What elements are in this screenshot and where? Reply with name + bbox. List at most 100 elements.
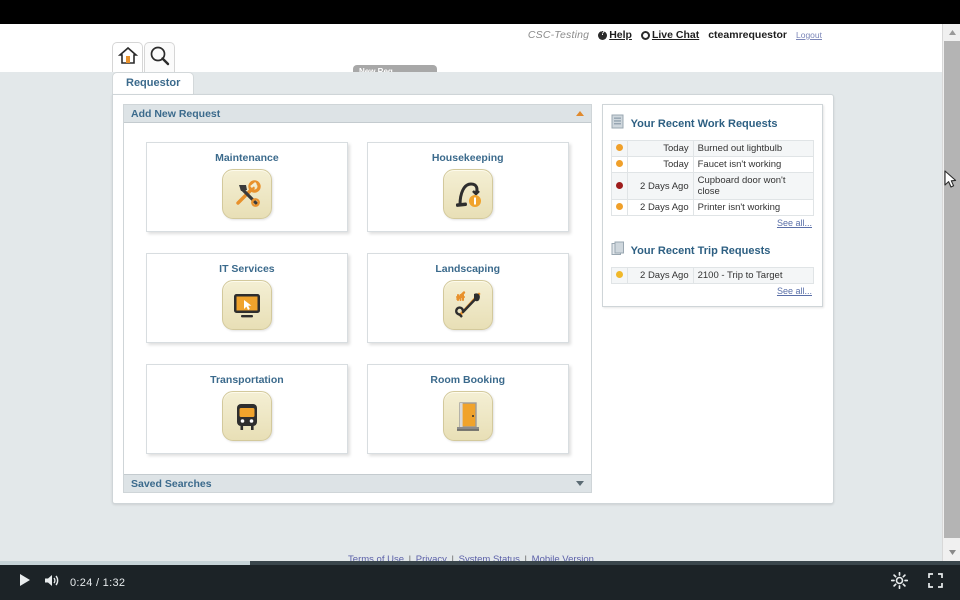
table-row[interactable]: 2 Days Ago Printer isn't working [611,200,813,216]
fullscreen-button[interactable] [922,570,948,596]
page-scrollbar[interactable] [942,24,960,561]
scroll-down-icon[interactable] [943,544,960,561]
current-user: cteamrequestor [708,29,787,41]
help-label: Help [609,29,632,41]
table-row[interactable]: 2 Days Ago Cupboard door won't close [611,173,813,200]
work-requests-header: Your Recent Work Requests [611,114,814,134]
section-spacer [611,228,814,241]
footer-separator: | [450,554,456,561]
tile-label: Landscaping [435,263,500,275]
trip-requests-table: 2 Days Ago 2100 - Trip to Target [611,267,814,284]
request-date: Today [627,141,693,157]
work-requests-rows: Today Burned out lightbulb Today Faucet … [611,141,813,216]
table-row[interactable]: 2 Days Ago 2100 - Trip to Target [611,268,813,284]
work-requests-see-all-link[interactable]: See all... [611,218,814,228]
tile-transportation[interactable]: Transportation [146,364,348,454]
tab-requestor[interactable]: Requestor [112,72,194,94]
trip-requests-header: Your Recent Trip Requests [611,241,814,261]
request-description: Burned out lightbulb [693,141,813,157]
home-tab[interactable] [112,42,143,72]
page-content: Requestor Add New Request Maintenance [0,72,942,561]
utility-links: CSC-Testing Help Live Chat cteamrequesto… [528,29,822,41]
search-tab[interactable] [144,42,175,72]
caret-up-icon[interactable] [576,111,584,116]
volume-icon [43,573,60,593]
footer-links: Terms of Use | Privacy | System Status |… [0,554,942,561]
document-icon [611,114,625,134]
tile-label: IT Services [219,263,274,275]
recent-requests-card: Your Recent Work Requests Today Burned o… [602,104,823,307]
request-description: Cupboard door won't close [693,173,813,200]
live-chat-link[interactable]: Live Chat [641,29,699,41]
screen: CSC-Testing Help Live Chat cteamrequesto… [0,0,960,600]
footer-separator: | [407,554,413,561]
tile-landscaping[interactable]: Landscaping [367,253,569,343]
trip-requests-title: Your Recent Trip Requests [631,245,771,257]
volume-button[interactable] [38,570,64,596]
door-icon [443,391,493,441]
work-requests-table: Today Burned out lightbulb Today Faucet … [611,140,814,216]
add-new-request-header[interactable]: Add New Request [124,105,591,123]
status-dot [616,271,623,278]
request-date: 2 Days Ago [627,200,693,216]
page-footer: Terms of Use | Privacy | System Status |… [0,554,942,561]
footer-link-terms-of-use[interactable]: Terms of Use [348,554,404,561]
status-dot [616,203,623,210]
video-control-bar: 0:24 / 1:32 [0,561,960,600]
browser-viewport: CSC-Testing Help Live Chat cteamrequesto… [0,24,960,561]
saved-searches-bar[interactable]: Saved Searches [124,474,591,492]
trip-requests-see-all-link[interactable]: See all... [611,286,814,296]
video-time-display: 0:24 / 1:32 [70,577,125,589]
request-description: 2100 - Trip to Target [693,268,813,284]
play-button[interactable] [12,570,38,596]
service-tile-grid: Maintenance [124,123,591,474]
trip-requests-rows: 2 Days Ago 2100 - Trip to Target [611,268,813,284]
main-panel: Add New Request Maintenance [112,94,834,504]
request-date: Today [627,157,693,173]
request-description: Faucet isn't working [693,157,813,173]
footer-link-privacy[interactable]: Privacy [416,554,447,561]
rake-shovel-icon [443,280,493,330]
add-new-request-title: Add New Request [131,108,220,120]
tab-strip: Requestor [112,72,194,94]
tile-label: Maintenance [215,152,279,164]
tile-room-booking[interactable]: Room Booking [367,364,569,454]
bus-icon [222,391,272,441]
caret-down-icon[interactable] [576,481,584,486]
tile-label: Transportation [210,374,284,386]
live-chat-icon [641,31,650,40]
scroll-up-icon[interactable] [943,24,960,41]
help-icon [598,31,607,40]
footer-link-system-status[interactable]: System Status [459,554,520,561]
app-header: CSC-Testing Help Live Chat cteamrequesto… [0,24,942,72]
footer-link-mobile-version[interactable]: Mobile Version [532,554,594,561]
live-chat-label: Live Chat [652,29,699,41]
icon-tab-group [112,42,176,72]
gear-icon [891,572,908,594]
mouse-pointer [944,170,957,189]
tile-it-services[interactable]: IT Services [146,253,348,343]
tile-label: Housekeeping [432,152,504,164]
tile-label: Room Booking [430,374,505,386]
vacuum-icon [443,169,493,219]
video-controls: 0:24 / 1:32 [0,565,960,600]
logout-link[interactable]: Logout [796,30,822,40]
table-row[interactable]: Today Burned out lightbulb [611,141,813,157]
work-requests-title: Your Recent Work Requests [631,118,778,130]
help-link[interactable]: Help [598,29,632,41]
settings-button[interactable] [886,570,912,596]
video-right-controls [886,570,948,596]
magnifier-icon [149,45,170,71]
tile-maintenance[interactable]: Maintenance [146,142,348,232]
add-new-request-card: Add New Request Maintenance [123,104,592,493]
play-icon [19,573,31,592]
documents-icon [611,241,625,261]
request-date: 2 Days Ago [627,268,693,284]
request-description: Printer isn't working [693,200,813,216]
status-dot [616,144,623,151]
tile-housekeeping[interactable]: Housekeeping [367,142,569,232]
footer-separator: | [523,554,529,561]
status-dot [616,160,623,167]
scroll-thumb[interactable] [944,41,960,538]
table-row[interactable]: Today Faucet isn't working [611,157,813,173]
